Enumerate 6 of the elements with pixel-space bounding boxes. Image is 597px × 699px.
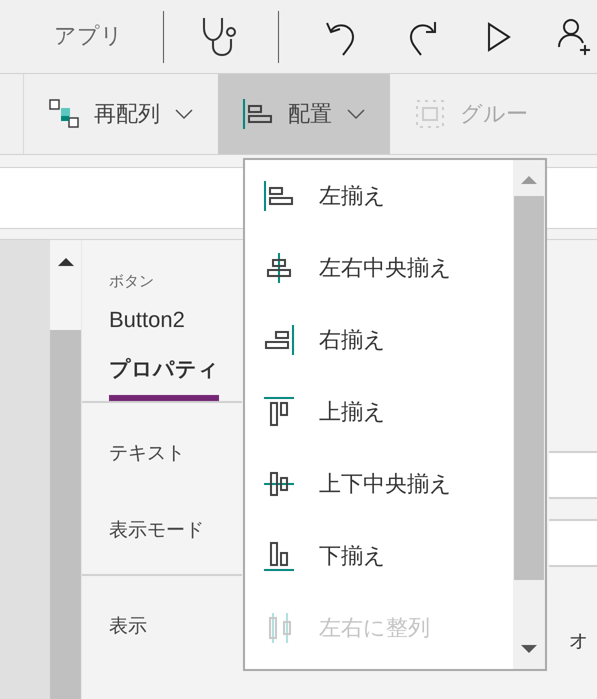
property-label: テキスト: [109, 441, 186, 466]
control-type: ボタン: [109, 271, 155, 292]
property-label: 表示モード: [109, 518, 205, 542]
control-name: Button2: [109, 306, 186, 334]
property-label: 表示: [109, 615, 147, 637]
toggle-value: オ: [569, 629, 589, 654]
